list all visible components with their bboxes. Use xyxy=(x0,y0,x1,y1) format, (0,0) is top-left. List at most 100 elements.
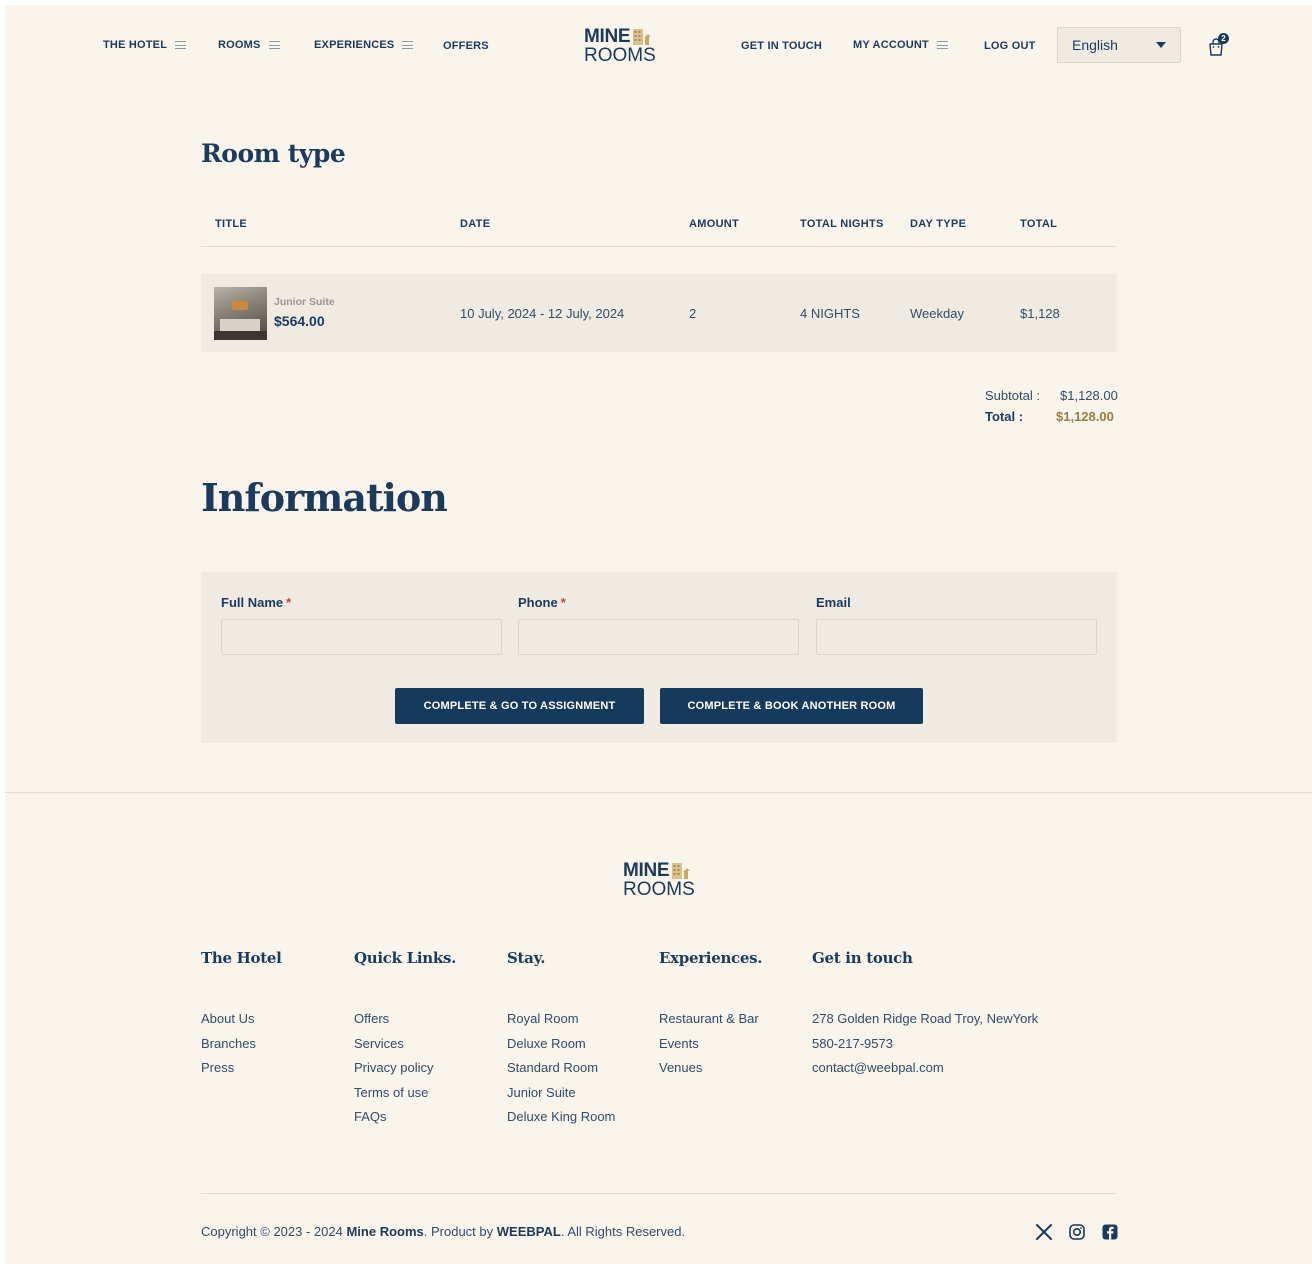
footer-link[interactable]: Press xyxy=(201,1060,256,1085)
instagram-icon[interactable] xyxy=(1068,1223,1086,1241)
footer-link[interactable]: Events xyxy=(659,1036,759,1061)
footer-heading-hotel: The Hotel xyxy=(201,949,282,967)
phone-label: Phone * xyxy=(518,595,566,610)
footer-link[interactable]: Junior Suite xyxy=(507,1085,615,1110)
footer-link[interactable]: About Us xyxy=(201,1011,256,1036)
full-name-input[interactable] xyxy=(221,619,502,655)
nav-label: EXPERIENCES xyxy=(314,39,395,51)
footer-link[interactable]: Terms of use xyxy=(354,1085,433,1110)
footer-col-experiences: Restaurant & Bar Events Venues xyxy=(659,1011,759,1085)
col-day-type: DAY TYPE xyxy=(910,218,967,230)
cart-button[interactable]: 2 xyxy=(1207,33,1229,57)
nav-label: LOG OUT xyxy=(984,40,1036,52)
phone-input[interactable] xyxy=(518,619,799,655)
room-price: $564.00 xyxy=(274,313,325,329)
site-header: THE HOTEL ROOMS EXPERIENCES OFFERS MINE xyxy=(5,5,1312,85)
menu-icon xyxy=(402,41,414,49)
footer-link[interactable]: FAQs xyxy=(354,1109,433,1134)
footer-col-get-in-touch: 278 Golden Ridge Road Troy, NewYork 580-… xyxy=(812,1011,1038,1085)
building-icon xyxy=(672,863,691,879)
copyright-text: Copyright © 2023 - 2024 Mine Rooms. Prod… xyxy=(201,1224,686,1239)
footer-link[interactable]: Deluxe King Room xyxy=(507,1109,615,1134)
nav-rooms[interactable]: ROOMS xyxy=(218,39,280,51)
facebook-icon[interactable] xyxy=(1101,1223,1119,1241)
col-title: TITLE xyxy=(215,218,248,230)
language-select[interactable]: English xyxy=(1057,27,1181,63)
nav-experiences[interactable]: EXPERIENCES xyxy=(314,39,414,51)
menu-icon xyxy=(175,41,187,49)
footer-divider xyxy=(5,792,1312,793)
nav-label: MY ACCOUNT xyxy=(853,39,929,51)
room-name[interactable]: Junior Suite xyxy=(274,296,335,308)
full-name-label: Full Name * xyxy=(221,595,292,610)
footer-link[interactable]: Branches xyxy=(201,1036,256,1061)
total-value: $1,128.00 xyxy=(1056,409,1114,424)
logo-text-top: MINE xyxy=(623,860,670,881)
col-total: TOTAL xyxy=(1020,218,1058,230)
total-label: Total : xyxy=(985,409,1024,424)
page: THE HOTEL ROOMS EXPERIENCES OFFERS MINE xyxy=(5,5,1312,1264)
x-icon[interactable] xyxy=(1035,1223,1053,1241)
footer-link[interactable]: Privacy policy xyxy=(354,1060,433,1085)
complete-go-to-assignment-button[interactable]: COMPLETE & GO TO ASSIGNMENT xyxy=(395,688,644,724)
col-total-nights: TOTAL NIGHTS xyxy=(800,218,884,230)
footer-phone[interactable]: 580-217-9573 xyxy=(812,1036,1038,1061)
row-amount: 2 xyxy=(689,306,697,321)
copyright-brand[interactable]: Mine Rooms xyxy=(346,1224,423,1239)
row-date: 10 July, 2024 - 12 July, 2024 xyxy=(460,306,625,321)
footer-logo[interactable]: MINE ROOMS xyxy=(623,861,695,899)
footer-link[interactable]: Deluxe Room xyxy=(507,1036,615,1061)
footer-link[interactable]: Services xyxy=(354,1036,433,1061)
footer-link[interactable]: Standard Room xyxy=(507,1060,615,1085)
footer-email[interactable]: contact@weebpal.com xyxy=(812,1060,1038,1085)
nav-my-account[interactable]: MY ACCOUNT xyxy=(853,39,948,51)
menu-icon xyxy=(268,41,280,49)
footer-link[interactable]: Restaurant & Bar xyxy=(659,1011,759,1036)
footer-bottom-divider xyxy=(201,1193,1117,1194)
nav-label: ROOMS xyxy=(218,39,261,51)
site-logo[interactable]: MINE ROOMS xyxy=(584,27,656,65)
table-row: Junior Suite $564.00 10 July, 2024 - 12 … xyxy=(201,274,1117,352)
footer-col-stay: Royal Room Deluxe Room Standard Room Jun… xyxy=(507,1011,615,1134)
information-form: Full Name * Phone * Email COMPLETE & GO TO… xyxy=(201,572,1117,743)
nav-label: OFFERS xyxy=(443,40,489,52)
nav-log-out[interactable]: LOG OUT xyxy=(984,40,1036,52)
footer-col-hotel: About Us Branches Press xyxy=(201,1011,256,1085)
footer-link[interactable]: Royal Room xyxy=(507,1011,615,1036)
row-total: $1,128 xyxy=(1020,306,1060,321)
cart-count-badge: 2 xyxy=(1218,33,1229,44)
room-type-heading: Room type xyxy=(201,139,346,168)
subtotal-label: Subtotal : xyxy=(985,388,1040,403)
copyright-company[interactable]: WEEBPAL xyxy=(497,1224,561,1239)
nav-label: THE HOTEL xyxy=(103,39,168,51)
footer-heading-quick-links: Quick Links. xyxy=(354,949,457,967)
nav-offers[interactable]: OFFERS xyxy=(443,40,489,52)
table-header-divider xyxy=(201,246,1117,247)
footer-heading-stay: Stay. xyxy=(507,949,546,967)
nav-get-in-touch[interactable]: GET IN TOUCH xyxy=(741,40,822,52)
footer-heading-experiences: Experiences. xyxy=(659,949,763,967)
information-heading: Information xyxy=(201,475,448,520)
email-label: Email xyxy=(816,595,851,610)
footer-link[interactable]: Offers xyxy=(354,1011,433,1036)
footer-col-quick-links: Offers Services Privacy policy Terms of … xyxy=(354,1011,433,1134)
subtotal-value: $1,128.00 xyxy=(1060,388,1118,403)
col-amount: AMOUNT xyxy=(689,218,740,230)
room-thumbnail[interactable] xyxy=(214,287,267,340)
logo-text-bottom: ROOMS xyxy=(623,879,695,900)
logo-text-top: MINE xyxy=(584,26,631,47)
email-input[interactable] xyxy=(816,619,1097,655)
menu-icon xyxy=(936,41,948,49)
footer-address: 278 Golden Ridge Road Troy, NewYork xyxy=(812,1011,1039,1026)
complete-book-another-room-button[interactable]: COMPLETE & BOOK ANOTHER ROOM xyxy=(660,688,923,724)
building-icon xyxy=(633,29,652,45)
row-day-type: Weekday xyxy=(910,306,964,321)
footer-link[interactable]: Venues xyxy=(659,1060,759,1085)
row-nights: 4 NIGHTS xyxy=(800,306,860,321)
caret-down-icon xyxy=(1156,42,1166,48)
nav-label: GET IN TOUCH xyxy=(741,40,823,52)
nav-the-hotel[interactable]: THE HOTEL xyxy=(103,39,187,51)
language-value: English xyxy=(1072,37,1118,53)
logo-text-bottom: ROOMS xyxy=(584,45,656,66)
col-date: DATE xyxy=(460,218,491,230)
